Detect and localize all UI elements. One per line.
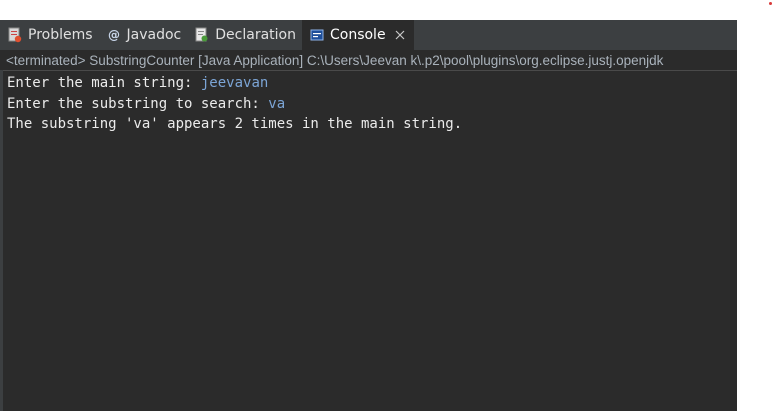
console-input-text: jeevavan [200,75,269,91]
console-output-text: The substring 'va' appears 2 times in th… [7,116,463,132]
svg-text:@: @ [108,28,120,42]
console-prompt: Enter the substring to search: [7,95,269,112]
tab-problems[interactable]: Problems [0,20,99,50]
javadoc-icon: @ [106,27,122,43]
tab-console-label: Console [329,27,386,43]
console-input-text: va [268,95,286,112]
console-icon [309,27,325,43]
red-dot-marker [769,2,772,5]
tab-declaration[interactable]: Declaration [187,20,302,50]
console-view: Problems @ Javadoc Declaration Console <… [0,20,737,411]
tab-problems-label: Problems [28,27,93,43]
process-status-line: <terminated> SubstringCounter [Java Appl… [0,51,737,71]
tab-declaration-label: Declaration [215,27,296,43]
declaration-icon [194,27,210,43]
tab-javadoc-label: Javadoc [126,27,182,43]
left-gutter [0,70,3,411]
console-output[interactable]: Enter the main string: jeevavan Enter the… [0,71,737,135]
problems-icon [7,27,23,43]
tab-javadoc[interactable]: @ Javadoc [99,20,188,50]
view-tab-bar: Problems @ Javadoc Declaration Console [0,20,737,51]
console-line: Enter the substring to search: va [7,94,737,115]
console-prompt: Enter the main string: [7,75,201,91]
tab-console[interactable]: Console [301,20,414,50]
console-line: The substring 'va' appears 2 times in th… [7,114,737,135]
close-icon[interactable] [394,29,406,41]
console-line: Enter the main string: jeevavan [7,73,737,94]
